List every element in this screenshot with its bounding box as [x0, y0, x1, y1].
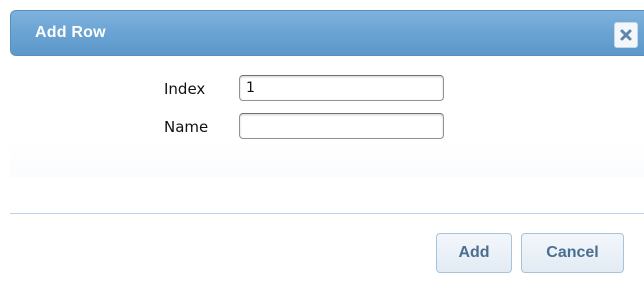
dialog-titlebar[interactable]: Add Row — [10, 10, 644, 56]
cancel-button[interactable]: Cancel — [521, 233, 624, 273]
name-input[interactable] — [239, 113, 444, 139]
add-row-dialog: Add Row Index Name Add Cancel — [0, 0, 644, 296]
name-label: Name — [164, 118, 209, 136]
index-input[interactable] — [239, 75, 444, 101]
close-icon — [619, 28, 633, 42]
dialog-title: Add Row — [35, 24, 106, 41]
add-button[interactable]: Add — [436, 233, 512, 273]
index-label: Index — [164, 80, 206, 98]
close-button[interactable] — [614, 22, 638, 48]
